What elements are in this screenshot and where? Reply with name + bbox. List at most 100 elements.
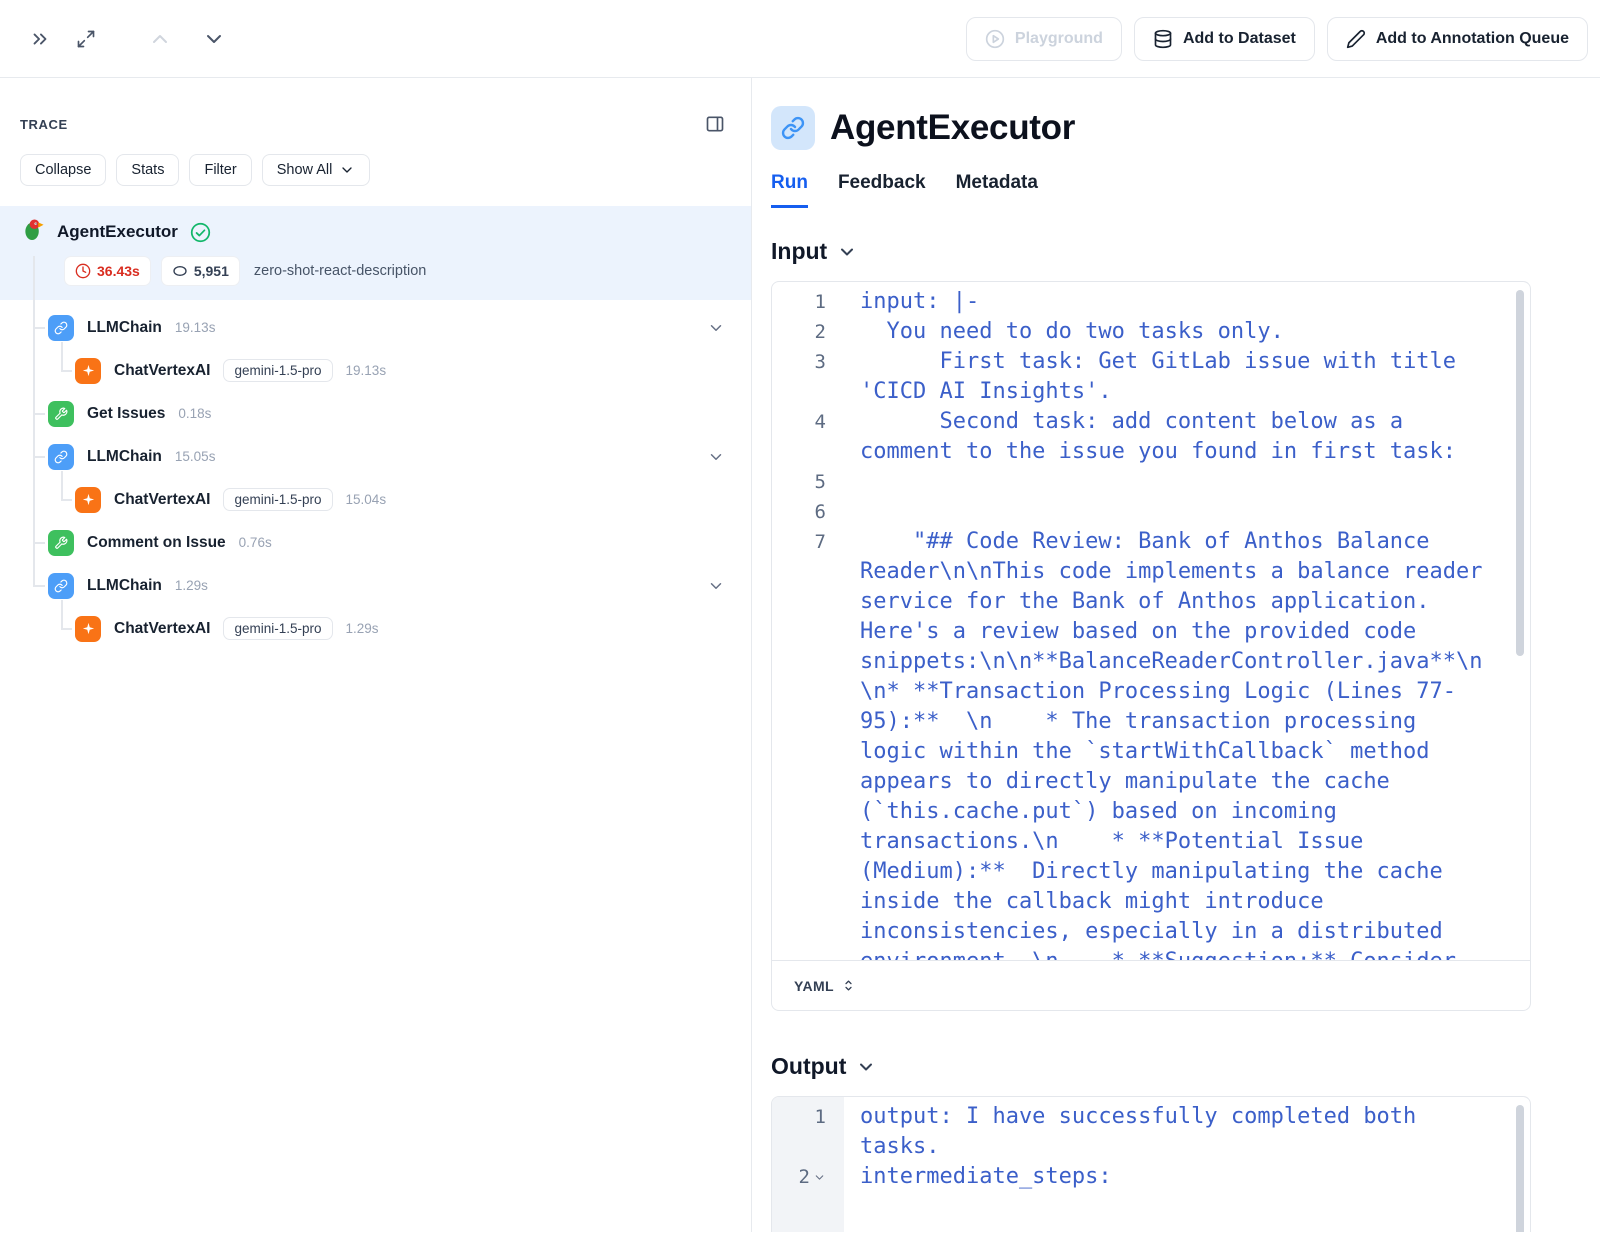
trace-node-get-issues[interactable]: Get Issues 0.18s bbox=[0, 392, 751, 435]
previous-run-button[interactable] bbox=[140, 19, 180, 59]
node-duration: 15.04s bbox=[346, 492, 387, 507]
code-line: 4 Second task: add content below as a co… bbox=[772, 407, 1530, 467]
output-code-viewer: 1 output: I have successfully completed … bbox=[771, 1096, 1531, 1232]
node-name: LLMChain bbox=[87, 577, 162, 595]
add-to-dataset-label: Add to Dataset bbox=[1183, 30, 1296, 48]
sort-chevrons-icon bbox=[841, 978, 856, 993]
chevron-down-icon[interactable] bbox=[707, 319, 725, 337]
line-number: 3 bbox=[772, 347, 826, 407]
line-number: 4 bbox=[772, 407, 826, 467]
output-code-area[interactable]: 1 output: I have successfully completed … bbox=[772, 1097, 1530, 1232]
line-text: intermediate_steps: bbox=[860, 1162, 1486, 1192]
line-text bbox=[860, 467, 1486, 497]
code-line: 7 "## Code Review: Bank of Anthos Balanc… bbox=[772, 527, 1530, 960]
show-all-dropdown[interactable]: Show All bbox=[262, 154, 371, 186]
line-text: First task: Get GitLab issue with title … bbox=[860, 347, 1486, 407]
add-to-dataset-button[interactable]: Add to Dataset bbox=[1134, 17, 1315, 61]
tab-metadata[interactable]: Metadata bbox=[956, 172, 1038, 208]
add-to-annotation-queue-label: Add to Annotation Queue bbox=[1376, 30, 1569, 48]
model-pill: gemini-1.5-pro bbox=[223, 359, 332, 382]
trace-node-chatvertexai-1[interactable]: ChatVertexAI gemini-1.5-pro 19.13s bbox=[0, 349, 751, 392]
node-duration: 19.13s bbox=[346, 363, 387, 378]
output-section-title: Output bbox=[771, 1053, 846, 1080]
node-name: ChatVertexAI bbox=[114, 362, 210, 380]
trace-panel-title: TRACE bbox=[20, 117, 68, 132]
input-section-header[interactable]: Input bbox=[771, 238, 1600, 265]
playground-button[interactable]: Playground bbox=[966, 17, 1122, 61]
line-text: Second task: add content below as a comm… bbox=[860, 407, 1486, 467]
format-label: YAML bbox=[794, 978, 834, 994]
toggle-side-panel-button[interactable] bbox=[701, 110, 729, 138]
node-duration: 19.13s bbox=[175, 320, 216, 335]
run-detail-panel: AgentExecutor Run Feedback Metadata Inpu… bbox=[752, 78, 1600, 1232]
clock-icon bbox=[75, 263, 91, 279]
chevrons-right-icon bbox=[29, 28, 51, 50]
llm-sparkle-icon bbox=[75, 358, 101, 384]
next-run-button[interactable] bbox=[194, 19, 234, 59]
line-text: input: |- bbox=[860, 287, 1486, 317]
code-line: 1 output: I have successfully completed … bbox=[772, 1102, 1530, 1162]
token-icon bbox=[172, 263, 188, 279]
node-name: ChatVertexAI bbox=[114, 620, 210, 638]
duration-badge: 36.43s bbox=[64, 256, 151, 286]
trace-node-llmchain-3[interactable]: LLMChain 1.29s bbox=[0, 564, 751, 607]
trace-panel: TRACE Collapse Stats Filter Show All bbox=[0, 78, 752, 1232]
trace-node-llmchain-2[interactable]: LLMChain 15.05s bbox=[0, 435, 751, 478]
trace-node-chatvertexai-2[interactable]: ChatVertexAI gemini-1.5-pro 15.04s bbox=[0, 478, 751, 521]
line-number: 7 bbox=[772, 527, 826, 960]
node-duration: 0.76s bbox=[239, 535, 272, 550]
trace-node-chatvertexai-3[interactable]: ChatVertexAI gemini-1.5-pro 1.29s bbox=[0, 607, 751, 650]
node-duration: 15.05s bbox=[175, 449, 216, 464]
database-icon bbox=[1153, 29, 1173, 49]
code-line: 5 bbox=[772, 467, 1530, 497]
chevron-down-icon bbox=[856, 1057, 876, 1077]
chevron-up-icon bbox=[148, 27, 172, 51]
code-line: 6 bbox=[772, 497, 1530, 527]
line-number: 6 bbox=[772, 497, 826, 527]
chevron-down-icon[interactable] bbox=[707, 577, 725, 595]
code-line: 3 First task: Get GitLab issue with titl… bbox=[772, 347, 1530, 407]
collapse-button[interactable]: Collapse bbox=[20, 154, 106, 186]
input-code-area[interactable]: 1 input: |- 2 You need to do two tasks o… bbox=[772, 282, 1530, 960]
tab-feedback[interactable]: Feedback bbox=[838, 172, 926, 208]
node-duration: 0.18s bbox=[178, 406, 211, 421]
stats-button[interactable]: Stats bbox=[116, 154, 179, 186]
trace-root-row-agentexecutor[interactable]: AgentExecutor 36.43s 5,951 bbox=[0, 206, 751, 300]
collapse-label: Collapse bbox=[35, 162, 91, 178]
filter-button[interactable]: Filter bbox=[189, 154, 251, 186]
chain-link-icon bbox=[771, 106, 815, 150]
llm-sparkle-icon bbox=[75, 616, 101, 642]
llm-sparkle-icon bbox=[75, 487, 101, 513]
fold-chevron-icon[interactable] bbox=[813, 1171, 826, 1184]
node-name: ChatVertexAI bbox=[114, 491, 210, 509]
scrollbar-thumb[interactable] bbox=[1516, 290, 1524, 656]
scrollbar-thumb[interactable] bbox=[1516, 1105, 1524, 1232]
trace-node-llmchain-1[interactable]: LLMChain 19.13s bbox=[0, 306, 751, 349]
trace-tree: LLMChain 19.13s ChatVertexAI gemini-1.5-… bbox=[0, 306, 751, 650]
node-name: Comment on Issue bbox=[87, 534, 226, 552]
trace-node-comment-on-issue[interactable]: Comment on Issue 0.76s bbox=[0, 521, 751, 564]
line-text: output: I have successfully completed bo… bbox=[860, 1102, 1486, 1162]
tab-run[interactable]: Run bbox=[771, 172, 808, 208]
detail-tabs: Run Feedback Metadata bbox=[771, 172, 1600, 208]
line-number: 2 bbox=[772, 317, 826, 347]
filter-label: Filter bbox=[204, 162, 236, 178]
playground-label: Playground bbox=[1015, 30, 1103, 48]
code-line: 1 input: |- bbox=[772, 287, 1530, 317]
model-pill: gemini-1.5-pro bbox=[223, 488, 332, 511]
collapse-panel-button[interactable] bbox=[20, 19, 60, 59]
add-to-annotation-queue-button[interactable]: Add to Annotation Queue bbox=[1327, 17, 1588, 61]
format-selector[interactable]: YAML bbox=[772, 960, 1530, 1010]
node-name: LLMChain bbox=[87, 319, 162, 337]
code-line: 2 You need to do two tasks only. bbox=[772, 317, 1530, 347]
show-all-label: Show All bbox=[277, 162, 333, 178]
chain-link-icon bbox=[48, 315, 74, 341]
duration-value: 36.43s bbox=[97, 263, 140, 279]
line-text: You need to do two tasks only. bbox=[860, 317, 1486, 347]
output-section-header[interactable]: Output bbox=[771, 1053, 1600, 1080]
maximize-icon bbox=[76, 29, 96, 49]
play-circle-icon bbox=[985, 29, 1005, 49]
chevron-down-icon[interactable] bbox=[707, 448, 725, 466]
expand-fullscreen-button[interactable] bbox=[66, 19, 106, 59]
line-number: 1 bbox=[772, 1102, 826, 1162]
